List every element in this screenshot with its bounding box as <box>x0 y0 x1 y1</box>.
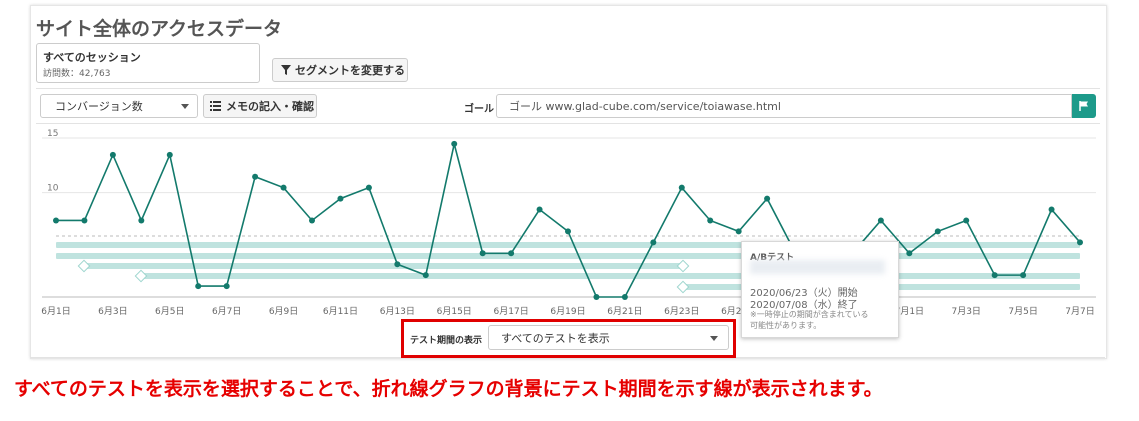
highlight-frame <box>401 319 736 358</box>
data-point <box>621 294 628 300</box>
tooltip-redacted-name <box>750 260 885 274</box>
data-point <box>394 261 401 268</box>
data-point <box>707 217 714 224</box>
data-point <box>81 217 88 224</box>
x-tick-label: 6月23日 <box>664 306 699 317</box>
data-point <box>1020 272 1027 279</box>
test-start-marker <box>676 280 690 294</box>
data-point <box>764 195 771 202</box>
data-point <box>138 217 145 224</box>
data-point <box>934 228 941 235</box>
data-point <box>536 206 543 213</box>
test-end-marker <box>676 259 690 273</box>
x-tick-label: 6月5日 <box>155 306 184 317</box>
test-period-band <box>56 242 1080 248</box>
x-tick-label: 6月19日 <box>550 306 585 317</box>
x-tick-label: 6月17日 <box>494 306 529 317</box>
tooltip-note: 可能性があります。 <box>750 321 822 330</box>
x-tick-label: 6月9日 <box>269 306 298 317</box>
data-point <box>479 250 486 257</box>
data-point <box>963 217 970 224</box>
tooltip-note: ※一時停止の期間が含まれている <box>750 310 869 319</box>
x-tick-label: 6月11日 <box>323 306 358 317</box>
x-tick-label: 6月7日 <box>212 306 241 317</box>
data-point <box>678 184 685 191</box>
x-tick-label: 6月13日 <box>380 306 415 317</box>
caption-text: すべてのテストを表示を選択することで、折れ線グラフの背景にテスト期間を示す線が表… <box>14 378 883 400</box>
data-point <box>650 239 657 246</box>
x-tick-label: 6月21日 <box>607 306 642 317</box>
data-point <box>1048 206 1055 213</box>
test-period-band <box>84 263 683 269</box>
x-tick-label: 7月3日 <box>951 306 980 317</box>
data-point <box>252 173 259 180</box>
data-point <box>309 217 315 224</box>
test-period-band <box>141 273 1080 279</box>
data-point <box>1077 239 1083 246</box>
data-point <box>565 228 571 235</box>
test-period-band <box>56 253 1080 259</box>
x-tick-label: 7月7日 <box>1065 306 1094 317</box>
x-tick-label: 7月1日 <box>895 306 924 317</box>
data-point <box>906 250 913 257</box>
x-tick-label: 7月5日 <box>1008 306 1037 317</box>
data-point <box>451 140 458 147</box>
data-point <box>166 151 173 158</box>
data-point <box>593 294 600 300</box>
test-start-marker <box>134 269 148 283</box>
data-point <box>735 228 742 235</box>
data-point <box>991 272 998 279</box>
x-tick-label: 6月15日 <box>437 306 472 317</box>
data-point <box>365 184 372 191</box>
data-point <box>508 250 515 257</box>
y-tick-label: 10 <box>47 184 59 194</box>
data-point <box>53 217 59 224</box>
data-point <box>195 283 202 290</box>
data-point <box>280 184 287 191</box>
data-point <box>422 272 429 279</box>
test-start-marker <box>77 259 91 273</box>
data-point <box>877 217 884 224</box>
data-point <box>109 151 116 158</box>
y-tick-label: 15 <box>47 129 58 139</box>
ab-test-tooltip: A/Bテスト 2020/06/23（火）開始 2020/07/08（水）終了 ※… <box>741 241 899 338</box>
x-tick-label: 6月1日 <box>41 306 70 317</box>
data-point <box>337 195 344 202</box>
x-tick-label: 6月3日 <box>98 306 127 317</box>
data-point <box>223 283 230 290</box>
